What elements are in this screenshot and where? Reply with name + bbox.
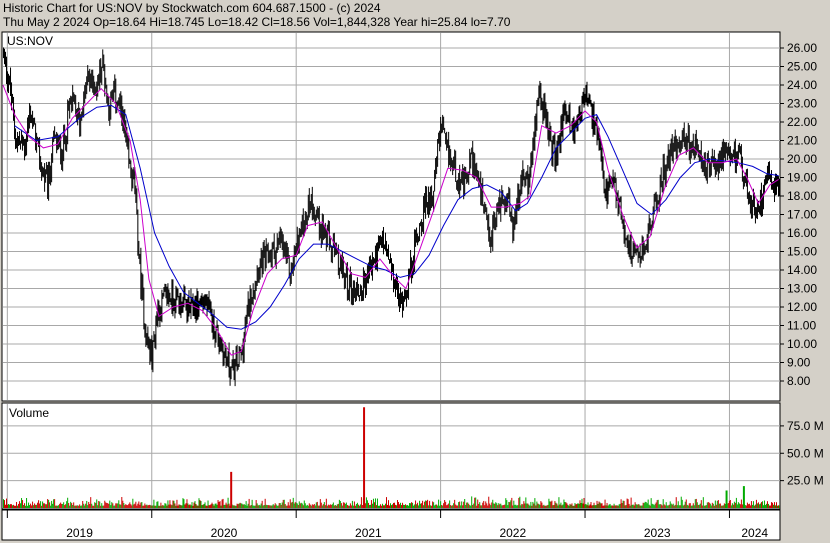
volume-tick-label: 25.0 M (787, 474, 824, 488)
chart-title: Historic Chart for US:NOV by Stockwatch.… (3, 1, 381, 15)
price-tick-label: 20.00 (787, 152, 817, 166)
price-tick-label: 23.00 (787, 97, 817, 111)
year-label: 2021 (355, 526, 382, 540)
price-tick-label: 25.00 (787, 60, 817, 74)
volume-tick-label: 75.0 M (787, 419, 824, 433)
price-panel (1, 31, 781, 402)
price-tick-label: 16.00 (787, 226, 817, 240)
year-label: 2022 (499, 526, 526, 540)
price-tick-label: 11.00 (787, 319, 816, 333)
price-tick-label: 8.00 (787, 374, 811, 388)
price-tick-label: 24.00 (787, 78, 817, 92)
price-tick-label: 9.00 (787, 356, 811, 370)
price-tick-label: 21.00 (787, 134, 817, 148)
price-tick-label: 14.00 (787, 263, 817, 277)
price-tick-label: 26.00 (787, 41, 817, 55)
year-label: 2023 (644, 526, 671, 540)
year-label: 2024 (741, 526, 768, 540)
volume-tick-label: 50.0 M (787, 446, 824, 460)
price-tick-label: 12.00 (787, 300, 817, 314)
volume-panel (1, 402, 781, 510)
symbol-label: US:NOV (7, 34, 53, 48)
year-axis: 2019 2020 2021 2022 2023 2024 (1, 509, 781, 541)
price-tick-label: 22.00 (787, 115, 817, 129)
price-tick-label: 19.00 (787, 171, 817, 185)
year-label: 2020 (211, 526, 238, 540)
year-label: 2019 (66, 526, 93, 540)
price-tick-label: 15.00 (787, 245, 817, 259)
price-tick-label: 10.00 (787, 337, 817, 351)
price-tick-label: 13.00 (787, 282, 817, 296)
price-tick-label: 17.00 (787, 208, 817, 222)
price-tick-label: 18.00 (787, 189, 817, 203)
stock-chart: Historic Chart for US:NOV by Stockwatch.… (0, 0, 830, 543)
volume-axis: 75.0 M 50.0 M 25.0 M (780, 419, 824, 488)
quote-summary: Thu May 2 2024 Op=18.64 Hi=18.745 Lo=18.… (3, 15, 511, 29)
volume-label: Volume (9, 406, 49, 420)
